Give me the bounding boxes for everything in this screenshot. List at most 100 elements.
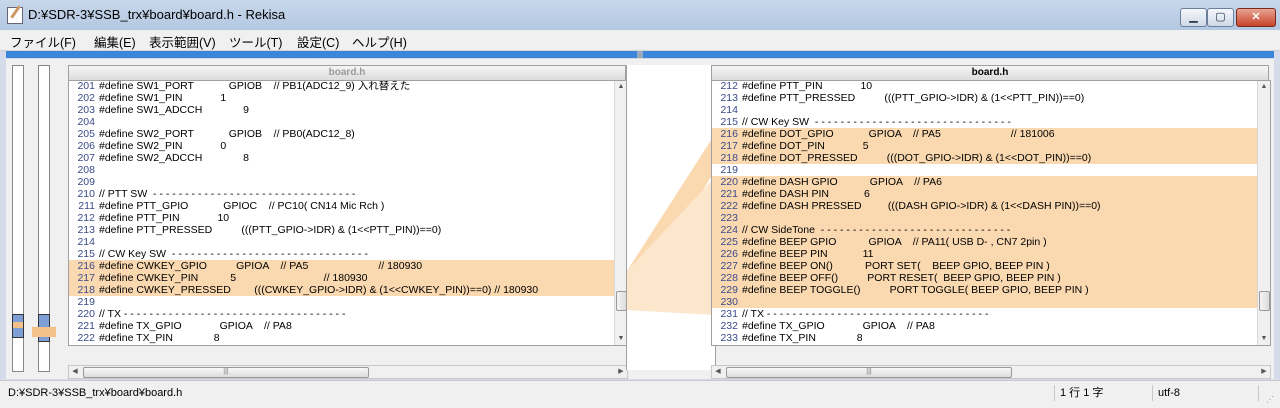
code-line[interactable]: 202 #define SW1_PIN 1: [69, 92, 627, 104]
left-horizontal-scrollbar[interactable]: ◀ ||| ▶: [68, 365, 628, 379]
code-line[interactable]: 223: [712, 212, 1270, 224]
close-button[interactable]: ✕: [1236, 8, 1276, 27]
line-number: 231: [720, 308, 738, 320]
code-line[interactable]: 212 #define PTT_PIN 10: [69, 212, 627, 224]
code-line[interactable]: 214: [69, 236, 627, 248]
scroll-down-arrow[interactable]: ▼: [1258, 333, 1270, 345]
code-line[interactable]: 215 // CW Key SW - - - - - - - - - - - - …: [712, 116, 1270, 128]
code-line[interactable]: 224 // CW SideTone - - - - - - - - - - - …: [712, 224, 1270, 236]
code-line[interactable]: 217 #define CWKEY_PIN 5 // 180930: [69, 272, 627, 284]
line-text: #define SW2_ADCCH 8: [99, 152, 249, 164]
right-vertical-scrollbar[interactable]: ▲ ▼: [1257, 81, 1270, 345]
left-overview-bar[interactable]: [12, 65, 24, 372]
line-number: 217: [77, 272, 95, 284]
code-line[interactable]: 232 #define TX_GPIO GPIOA // PA8: [712, 320, 1270, 332]
right-overview-bar[interactable]: [38, 65, 50, 372]
line-number: 209: [77, 176, 95, 188]
maximize-button[interactable]: ▢: [1207, 8, 1234, 27]
scroll-left-arrow[interactable]: ◀: [69, 366, 81, 378]
line-text: #define PTT_PRESSED (((PTT_GPIO->IDR) & …: [742, 92, 1085, 104]
code-line[interactable]: 211 #define PTT_GPIO GPIOC // PC10( CN14 …: [69, 200, 627, 212]
line-text: #define DASH PIN 6: [742, 188, 870, 200]
code-line[interactable]: 221 #define TX_GPIO GPIOA // PA8: [69, 320, 627, 332]
line-text: #define TX_PIN 8: [742, 332, 863, 344]
hscroll-thumb[interactable]: |||: [726, 367, 1012, 378]
code-line[interactable]: 218 #define DOT_PRESSED (((DOT_GPIO->IDR)…: [712, 152, 1270, 164]
code-line[interactable]: 210 // PTT SW - - - - - - - - - - - - - -…: [69, 188, 627, 200]
code-line[interactable]: 226 #define BEEP PIN 11: [712, 248, 1270, 260]
right-horizontal-scrollbar[interactable]: ◀ ||| ▶: [711, 365, 1271, 379]
code-line[interactable]: 229 #define BEEP TOGGLE() PORT TOGGLE( BE…: [712, 284, 1270, 296]
scroll-up-arrow[interactable]: ▲: [1258, 81, 1270, 93]
menu-edit[interactable]: 編集(E): [94, 32, 136, 51]
code-line[interactable]: 222 #define DASH PRESSED (((DASH GPIO->ID…: [712, 200, 1270, 212]
code-line[interactable]: 219: [69, 296, 627, 308]
menu-view-range[interactable]: 表示範囲(V): [149, 32, 216, 51]
code-line[interactable]: 208: [69, 164, 627, 176]
resize-grip-icon[interactable]: ⋰: [1266, 395, 1276, 405]
code-line[interactable]: 216 #define CWKEY_GPIO GPIOA // PA5 // 18…: [69, 260, 627, 272]
line-text: #define BEEP TOGGLE() PORT TOGGLE( BEEP …: [742, 284, 1089, 296]
line-text: #define SW1_PIN 1: [99, 92, 227, 104]
line-number: 203: [77, 104, 95, 116]
line-number: 225: [720, 236, 738, 248]
line-number: 223: [69, 344, 95, 345]
scroll-right-arrow[interactable]: ▶: [1258, 366, 1270, 378]
code-line[interactable]: 206 #define SW2_PIN 0: [69, 140, 627, 152]
code-line[interactable]: 223 #define TX_ON() PORT SET( TX GPIO, TX…: [69, 344, 627, 345]
overview-diff-link: [32, 327, 56, 337]
right-code-pane[interactable]: 212 #define PTT_PIN 10 213 #define PTT_PRES…: [711, 80, 1271, 346]
code-line[interactable]: 213 #define PTT_PRESSED (((PTT_GPIO->IDR)…: [712, 92, 1270, 104]
line-number: 207: [77, 152, 95, 164]
code-line[interactable]: 218 #define CWKEY_PRESSED (((CWKEY_GPIO->…: [69, 284, 627, 296]
code-line[interactable]: 230: [712, 296, 1270, 308]
line-text: #define TX_GPIO GPIOA // PA8: [742, 320, 935, 332]
code-line[interactable]: 231 // TX - - - - - - - - - - - - - - - -…: [712, 308, 1270, 320]
menu-settings[interactable]: 設定(C): [297, 32, 339, 51]
window-title: D:¥SDR-3¥SSB_trx¥board¥board.h - Rekisa: [28, 7, 286, 22]
code-line[interactable]: 225 #define BEEP GPIO GPIOA // PA11( USB …: [712, 236, 1270, 248]
code-line[interactable]: 213 #define PTT_PRESSED (((PTT_GPIO->IDR)…: [69, 224, 627, 236]
line-text: // TX - - - - - - - - - - - - - - - - - …: [99, 308, 346, 320]
code-line[interactable]: 217 #define DOT_PIN 5: [712, 140, 1270, 152]
code-line[interactable]: 216 #define DOT_GPIO GPIOA // PA5 // 1810…: [712, 128, 1270, 140]
menu-tools[interactable]: ツール(T): [229, 32, 282, 51]
code-line[interactable]: 201 #define SW1_PORT GPIOB // PB1(ADC12_9…: [69, 81, 627, 92]
line-text: #define PTT_PIN 10: [99, 212, 230, 224]
line-number: 234: [712, 344, 738, 345]
code-line[interactable]: 220 #define DASH GPIO GPIOA // PA6: [712, 176, 1270, 188]
code-line[interactable]: 205 #define SW2_PORT GPIOB // PB0(ADC12_8…: [69, 128, 627, 140]
code-line[interactable]: 203 #define SW1_ADCCH 9: [69, 104, 627, 116]
minimize-button[interactable]: ▁: [1180, 8, 1207, 27]
line-number: 219: [720, 164, 738, 176]
code-line[interactable]: 215 // CW Key SW - - - - - - - - - - - - …: [69, 248, 627, 260]
line-number: 217: [720, 140, 738, 152]
code-line[interactable]: 227 #define BEEP ON() PORT SET( BEEP GPIO…: [712, 260, 1270, 272]
scroll-left-arrow[interactable]: ◀: [712, 366, 724, 378]
code-line[interactable]: 207 #define SW2_ADCCH 8: [69, 152, 627, 164]
status-cursor-position: 1 行 1 字: [1056, 385, 1153, 401]
code-line[interactable]: 222 #define TX_PIN 8: [69, 332, 627, 344]
code-line[interactable]: 220 // TX - - - - - - - - - - - - - - - -…: [69, 308, 627, 320]
line-text: // CW Key SW - - - - - - - - - - - - - -…: [742, 116, 1011, 128]
code-line[interactable]: 219: [712, 164, 1270, 176]
line-number: 213: [77, 224, 95, 236]
menu-help[interactable]: ヘルプ(H): [352, 32, 407, 51]
left-code-pane[interactable]: 201 #define SW1_PORT GPIOB // PB1(ADC12_9…: [68, 80, 628, 346]
code-line[interactable]: 212 #define PTT_PIN 10: [712, 81, 1270, 92]
scroll-thumb[interactable]: [1259, 291, 1270, 311]
code-line[interactable]: 214: [712, 104, 1270, 116]
code-line[interactable]: 204: [69, 116, 627, 128]
line-number: 213: [720, 92, 738, 104]
code-line[interactable]: 228 #define BEEP OFF() PORT RESET( BEEP G…: [712, 272, 1270, 284]
line-text: #define DOT_GPIO GPIOA // PA5 // 181006: [742, 128, 1055, 140]
code-line[interactable]: 233 #define TX_PIN 8: [712, 332, 1270, 344]
line-text: #define TX_PIN 8: [99, 332, 220, 344]
line-number: 206: [77, 140, 95, 152]
code-line[interactable]: 234 #define TX_ON() PORT SET( TX GPIO, TX…: [712, 344, 1270, 345]
hscroll-thumb[interactable]: |||: [83, 367, 369, 378]
code-line[interactable]: 221 #define DASH PIN 6: [712, 188, 1270, 200]
line-text: #define DOT_PIN 5: [742, 140, 869, 152]
menu-file[interactable]: ファイル(F): [10, 32, 76, 51]
code-line[interactable]: 209: [69, 176, 627, 188]
